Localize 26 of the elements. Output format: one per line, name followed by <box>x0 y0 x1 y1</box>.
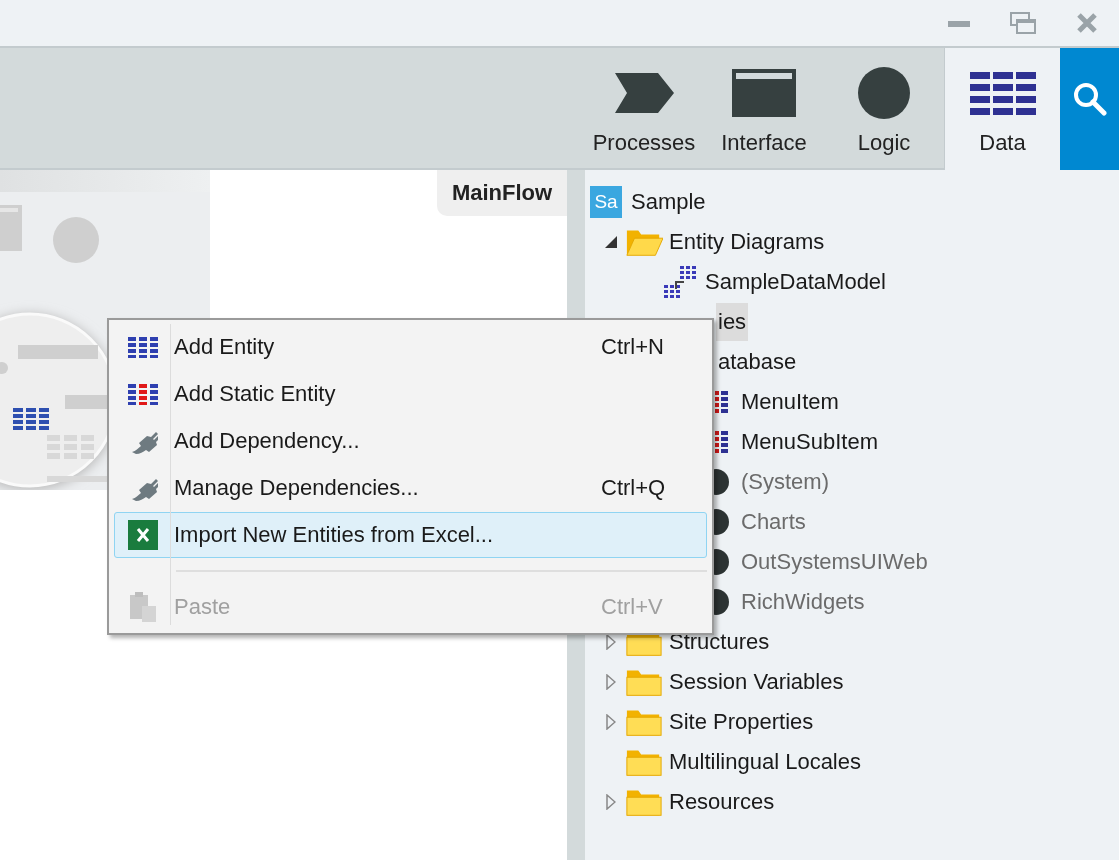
tree-item[interactable]: atabase <box>716 343 799 381</box>
tree-item[interactable]: MenuSubItem <box>739 423 880 461</box>
tree-item[interactable]: SampleDataModel <box>703 263 888 301</box>
tree-item[interactable]: Sample <box>629 183 708 221</box>
toolbar-tab[interactable]: Processes <box>584 48 704 168</box>
menu-item[interactable]: Import New Entities from Excel... <box>114 512 707 558</box>
tree-item[interactable]: Entity Diagrams <box>667 223 827 261</box>
tree-item[interactable]: Resources <box>667 783 777 821</box>
tree-item[interactable]: (System) <box>739 463 831 501</box>
flow-tab[interactable]: MainFlow <box>437 170 567 216</box>
toolbar-tab[interactable]: Data <box>944 48 1060 170</box>
menu-item[interactable]: Manage Dependencies... Ctrl+Q <box>114 465 707 511</box>
toolbar-tab[interactable]: Interface <box>704 48 824 168</box>
menu-item[interactable]: Add Dependency... <box>114 418 707 464</box>
app-badge: Sa <box>590 186 622 218</box>
tree-item[interactable]: Multilingual Locales <box>667 743 863 781</box>
tree-item[interactable]: OutSystemsUIWeb <box>739 543 930 581</box>
menu-item[interactable]: Add Entity Ctrl+N <box>114 324 707 370</box>
toolbar-tab[interactable]: Logic <box>824 48 944 168</box>
tree-item[interactable]: Charts <box>739 503 808 541</box>
menu-item[interactable]: Add Static Entity <box>114 371 707 417</box>
tree-item[interactable]: ies <box>716 303 749 341</box>
tree-item[interactable]: RichWidgets <box>739 583 867 621</box>
tree-item[interactable]: Session Variables <box>667 663 846 701</box>
tree-item[interactable]: MenuItem <box>739 383 841 421</box>
tree-item[interactable]: Site Properties <box>667 703 816 741</box>
